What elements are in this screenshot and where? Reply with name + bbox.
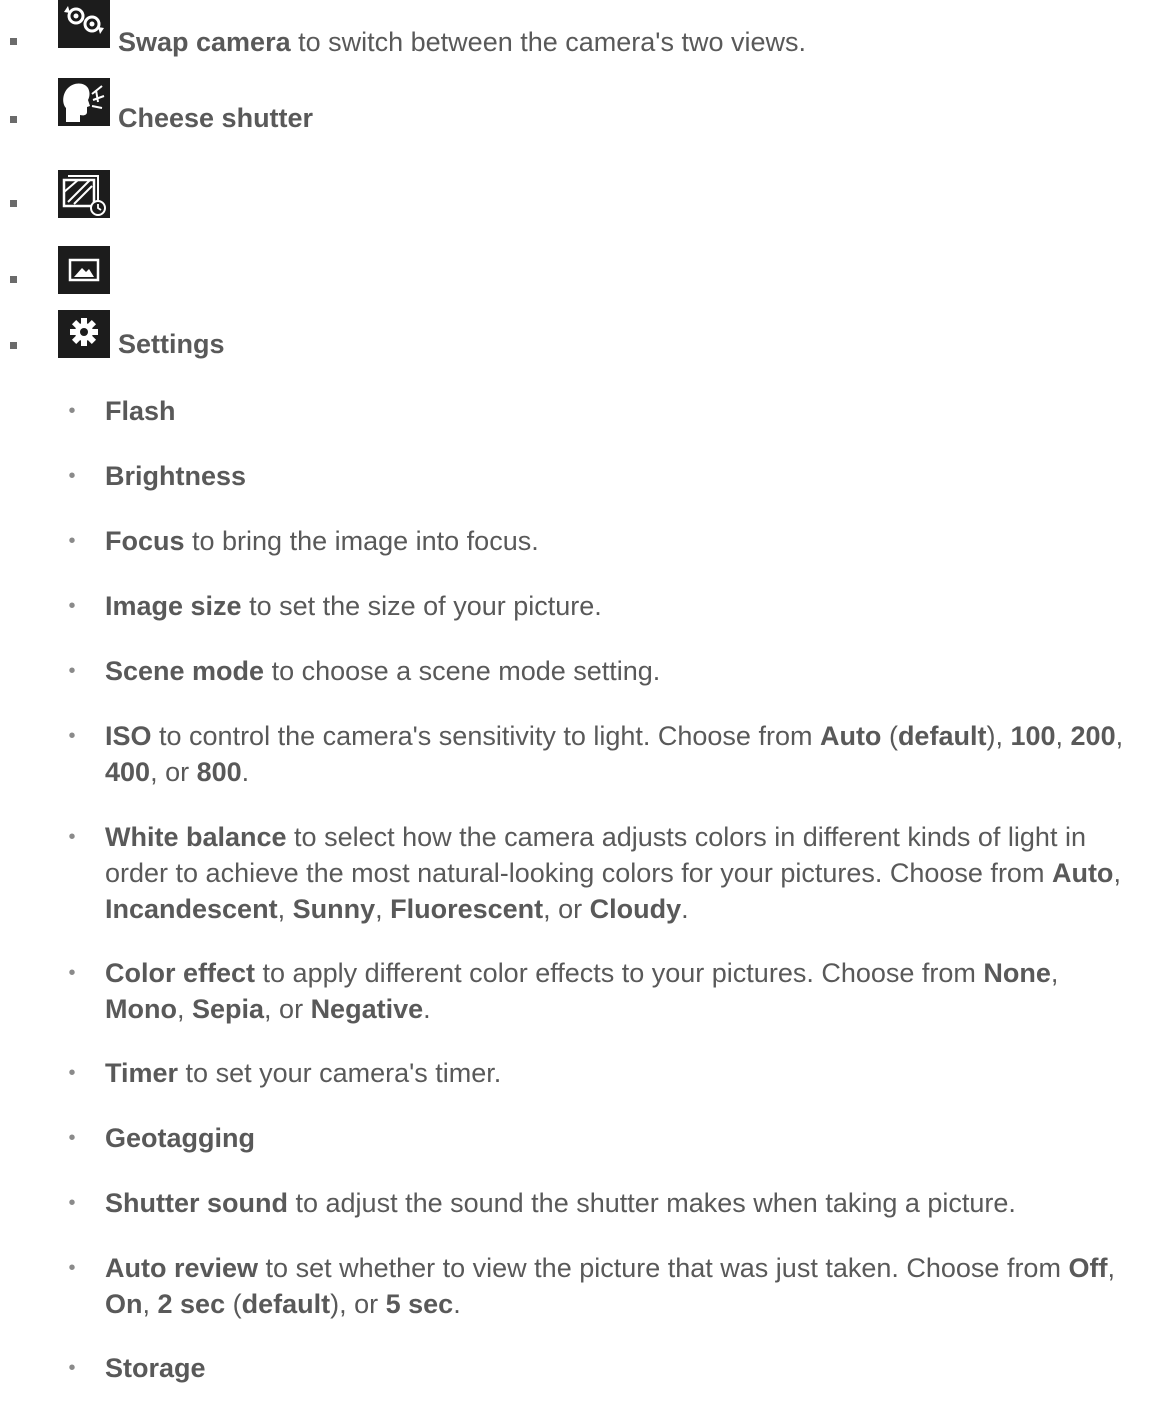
setting-label: Color effect bbox=[105, 958, 256, 988]
option: Auto bbox=[819, 721, 882, 751]
setting-image-size: • Image size to set the size of your pic… bbox=[68, 588, 1145, 624]
setting-description: to choose a scene mode setting. bbox=[264, 656, 661, 686]
dot-bullet: • bbox=[68, 660, 76, 682]
setting-brightness: • Brightness bbox=[68, 458, 1145, 494]
dot-bullet: • bbox=[68, 1127, 76, 1149]
swap-camera-label: Swap camera bbox=[118, 27, 291, 57]
dot-bullet: • bbox=[68, 400, 76, 422]
option: Incandescent bbox=[105, 894, 278, 924]
option: Fluorescent bbox=[390, 894, 544, 924]
setting-label: Shutter sound bbox=[105, 1188, 288, 1218]
dot-bullet: • bbox=[68, 962, 76, 984]
option: 5 sec bbox=[385, 1289, 454, 1319]
setting-label: Scene mode bbox=[105, 656, 265, 686]
cheese-shutter-label-text: Cheese shutter bbox=[118, 103, 314, 133]
setting-label: Focus bbox=[105, 526, 185, 556]
setting-storage: • Storage bbox=[68, 1350, 1145, 1386]
setting-description: to set your camera's timer. bbox=[178, 1058, 502, 1088]
setting-flash: • Flash bbox=[68, 393, 1145, 429]
setting-white-balance: • White balance to select how the camera… bbox=[68, 819, 1145, 927]
option: Sunny bbox=[292, 894, 376, 924]
option: Auto bbox=[1051, 858, 1114, 888]
setting-label: Geotagging bbox=[105, 1123, 255, 1153]
setting-shutter-sound: • Shutter sound to adjust the sound the … bbox=[68, 1185, 1145, 1221]
square-bullet bbox=[10, 276, 17, 283]
setting-label: Brightness bbox=[105, 461, 247, 491]
default-marker: default bbox=[241, 1289, 331, 1319]
option: None bbox=[983, 958, 1051, 988]
setting-iso: • ISO to control the camera's sensitivit… bbox=[68, 718, 1145, 790]
square-bullet bbox=[10, 38, 17, 45]
setting-auto-review: • Auto review to set whether to view the… bbox=[68, 1250, 1145, 1322]
settings-label: Settings bbox=[118, 329, 225, 359]
dot-bullet: • bbox=[68, 826, 76, 848]
burst-shot-icon bbox=[58, 170, 110, 218]
setting-description: to bring the image into focus. bbox=[184, 526, 539, 556]
setting-label: Image size bbox=[105, 591, 242, 621]
setting-color-effect: • Color effect to apply different color … bbox=[68, 955, 1145, 1027]
setting-label: Auto review bbox=[105, 1253, 259, 1283]
gallery-icon bbox=[58, 246, 110, 294]
option: 800 bbox=[196, 757, 242, 787]
dot-bullet: • bbox=[68, 465, 76, 487]
square-bullet bbox=[10, 200, 17, 207]
setting-description: to adjust the sound the shutter makes wh… bbox=[288, 1188, 1016, 1218]
setting-label: Flash bbox=[105, 396, 176, 426]
option: Off bbox=[1068, 1253, 1108, 1283]
setting-geotagging: • Geotagging bbox=[68, 1120, 1145, 1156]
dot-bullet: • bbox=[68, 1357, 76, 1379]
option: 100 bbox=[1010, 721, 1056, 751]
option: 400 bbox=[105, 757, 151, 787]
setting-focus: • Focus to bring the image into focus. bbox=[68, 523, 1145, 559]
square-bullet bbox=[10, 342, 17, 349]
option: 2 sec bbox=[157, 1289, 226, 1319]
setting-label: White balance bbox=[105, 822, 287, 852]
gear-icon bbox=[58, 310, 110, 358]
swap-camera-icon bbox=[58, 0, 110, 48]
swap-camera-text: Swap camera to switch between the camera… bbox=[118, 27, 806, 57]
option: Sepia bbox=[192, 994, 265, 1024]
cheese-shutter-icon bbox=[58, 78, 110, 126]
setting-label: Timer bbox=[105, 1058, 179, 1088]
setting-description: to set the size of your picture. bbox=[241, 591, 602, 621]
option: Cloudy bbox=[589, 894, 682, 924]
option: On bbox=[105, 1289, 143, 1319]
dot-bullet: • bbox=[68, 1062, 76, 1084]
dot-bullet: • bbox=[68, 725, 76, 747]
dot-bullet: • bbox=[68, 595, 76, 617]
dot-bullet: • bbox=[68, 1257, 76, 1279]
square-bullet bbox=[10, 116, 17, 123]
option: Negative bbox=[310, 994, 424, 1024]
default-marker: default bbox=[897, 721, 987, 751]
option: 200 bbox=[1070, 721, 1116, 751]
setting-scene-mode: • Scene mode to choose a scene mode sett… bbox=[68, 653, 1145, 689]
option: Mono bbox=[105, 994, 177, 1024]
cheese-shutter-label: Cheese shutter bbox=[118, 102, 313, 134]
setting-timer: • Timer to set your camera's timer. bbox=[68, 1055, 1145, 1091]
dot-bullet: • bbox=[68, 1192, 76, 1214]
setting-label: ISO bbox=[105, 721, 152, 751]
setting-label: Storage bbox=[105, 1353, 206, 1383]
dot-bullet: • bbox=[68, 530, 76, 552]
